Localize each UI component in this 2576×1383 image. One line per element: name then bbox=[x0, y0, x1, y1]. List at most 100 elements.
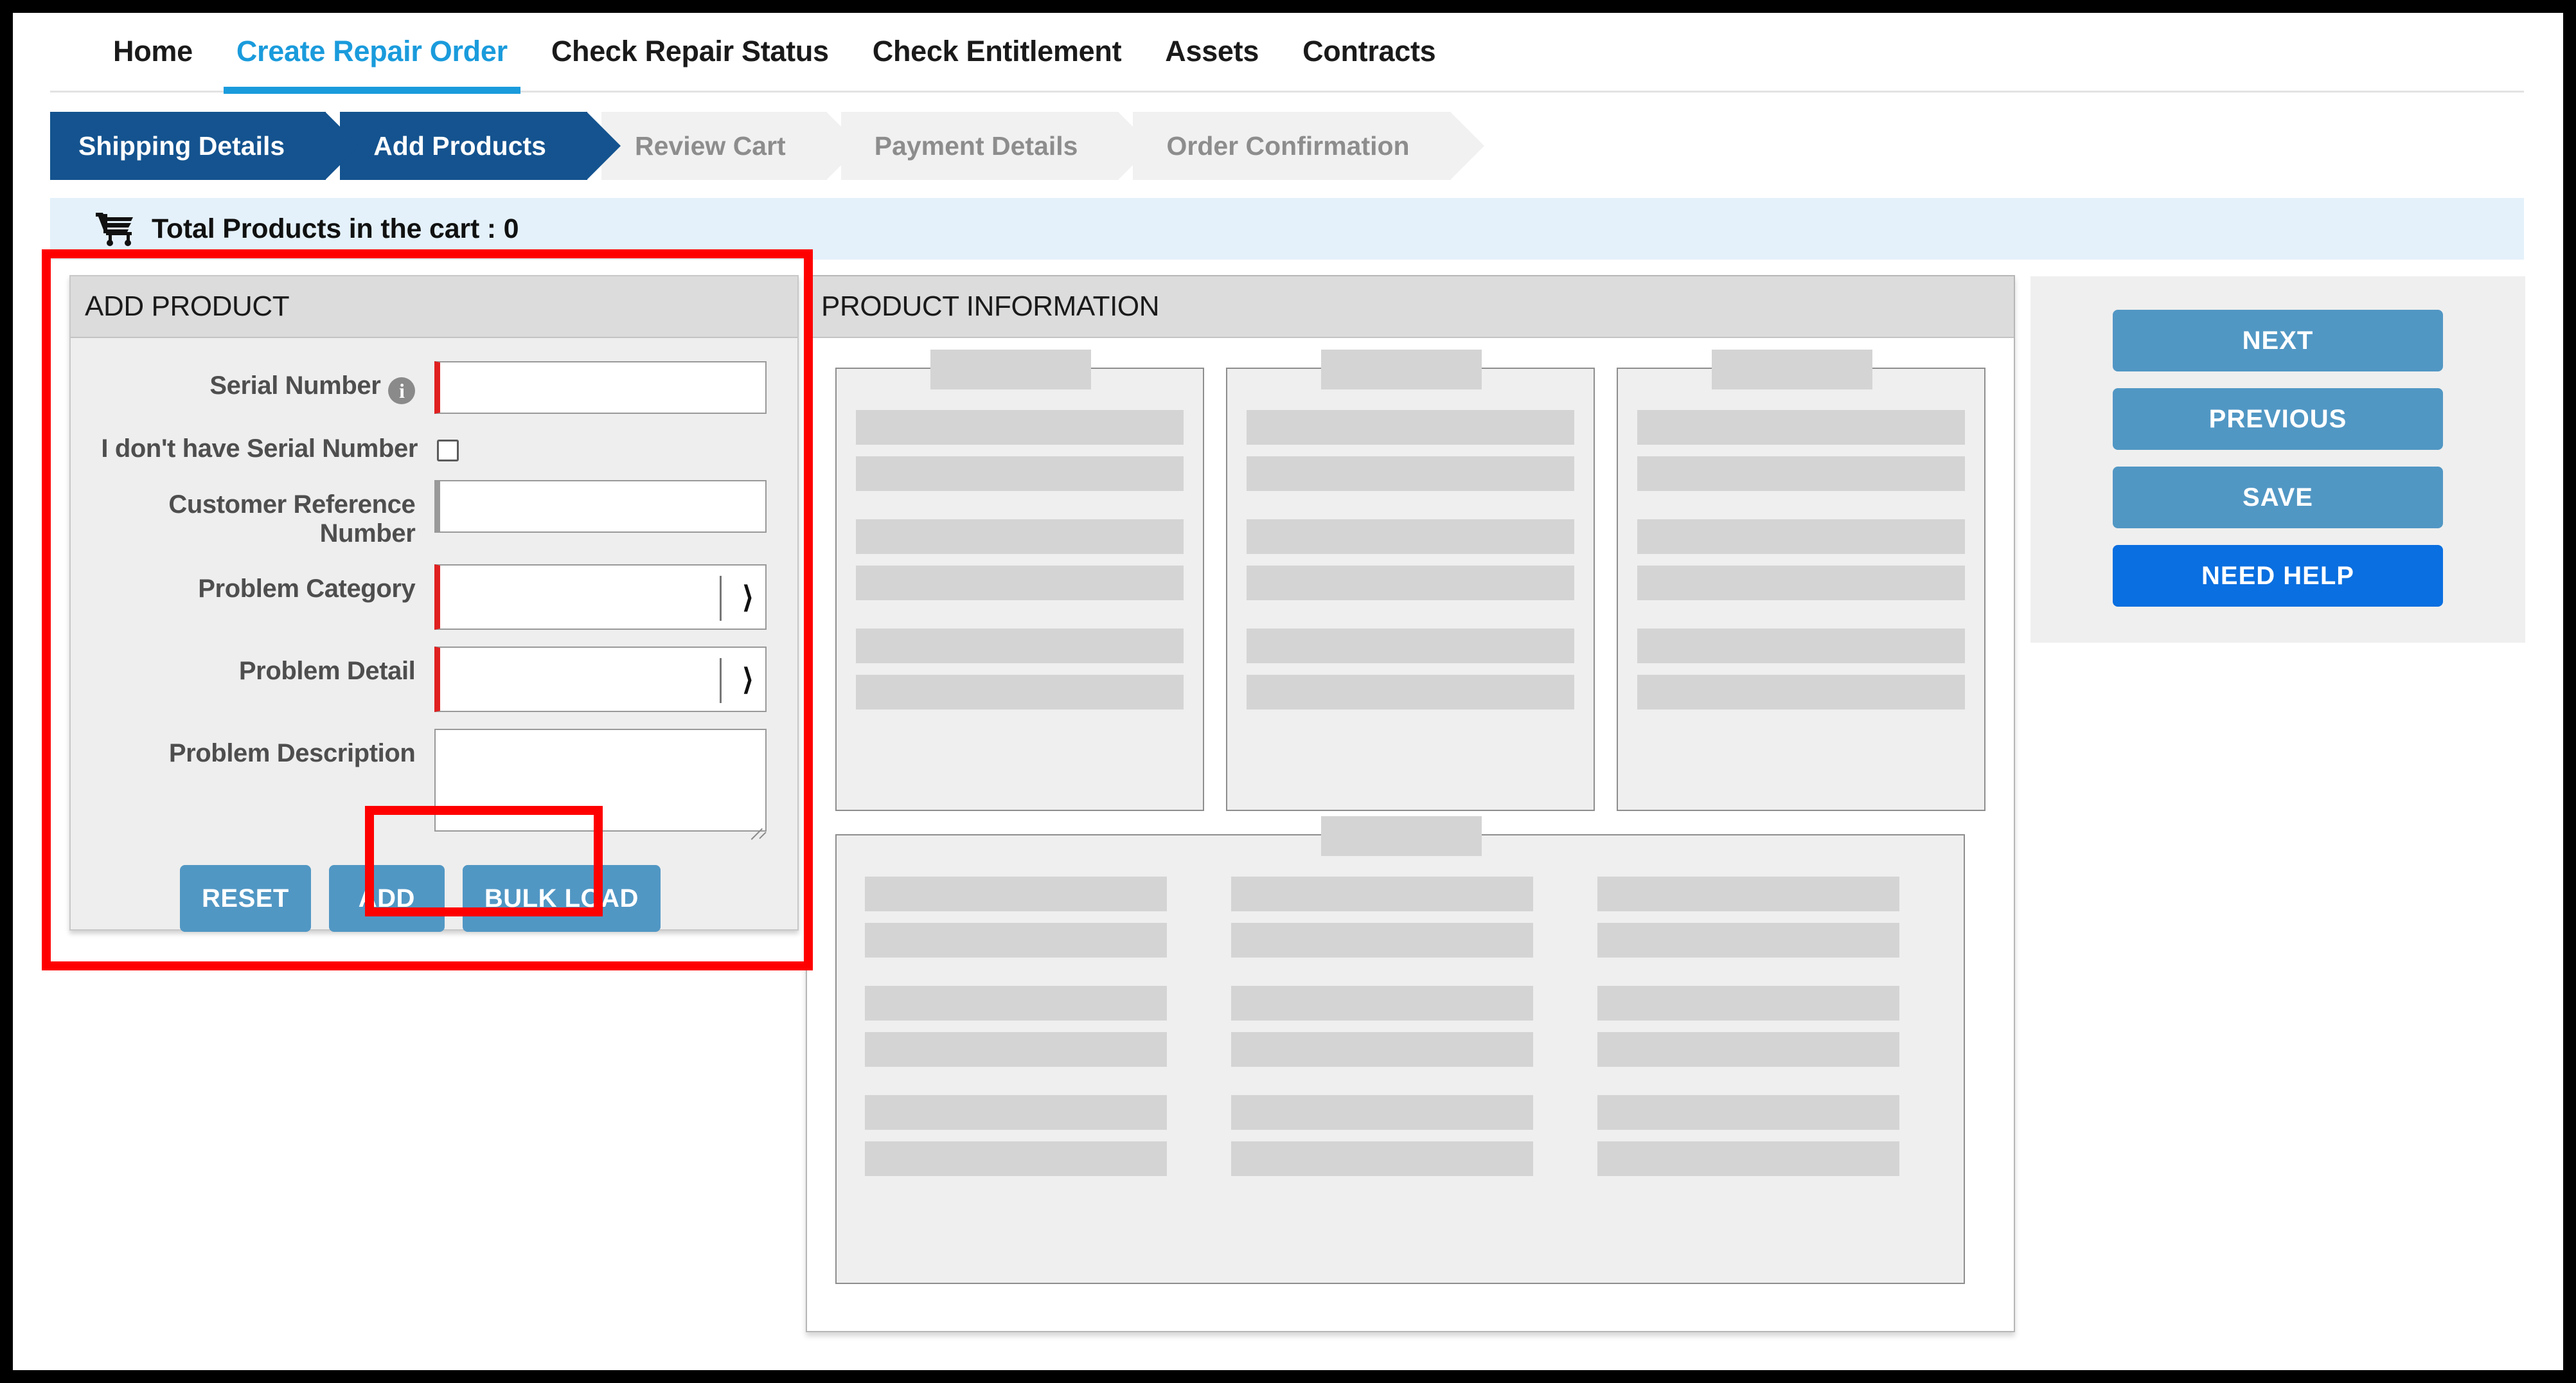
no-serial-number-checkbox[interactable] bbox=[437, 440, 459, 461]
skeleton-line bbox=[856, 566, 1184, 600]
select-divider bbox=[720, 658, 722, 704]
need-help-button[interactable]: NEED HELP bbox=[2113, 545, 2443, 607]
skeleton-line bbox=[1231, 923, 1533, 958]
nav-item-check-entitlement[interactable]: Check Entitlement bbox=[851, 30, 1144, 94]
skeleton-line bbox=[1247, 566, 1574, 600]
skeleton-column bbox=[1231, 877, 1533, 1188]
skeleton-spacer bbox=[1637, 503, 1965, 519]
skeleton-line bbox=[1637, 519, 1965, 554]
skeleton-tab bbox=[1321, 816, 1482, 856]
skeleton-column bbox=[865, 877, 1167, 1188]
step-review-cart[interactable]: Review Cart bbox=[601, 112, 860, 180]
skeleton-line bbox=[865, 986, 1167, 1021]
product-information-body: Add a product to view bbox=[807, 338, 2014, 1284]
skeleton-line bbox=[1231, 1032, 1533, 1067]
problem-description-textarea[interactable] bbox=[434, 729, 767, 841]
nav-item-contracts[interactable]: Contracts bbox=[1281, 30, 1457, 94]
skeleton-line bbox=[865, 877, 1167, 911]
skeleton-column-group bbox=[837, 835, 1964, 1188]
skeleton-card-bottom bbox=[835, 816, 1965, 1284]
step-add-products[interactable]: Add Products bbox=[340, 112, 621, 180]
product-information-panel: PRODUCT INFORMATION bbox=[806, 275, 2015, 1332]
nav-item-assets[interactable]: Assets bbox=[1143, 30, 1281, 94]
skeleton-line bbox=[856, 410, 1184, 445]
skeleton-tab bbox=[1321, 350, 1482, 389]
skeleton-line bbox=[1231, 1141, 1533, 1176]
nav-item-check-repair-status[interactable]: Check Repair Status bbox=[529, 30, 851, 94]
skeleton-line bbox=[856, 675, 1184, 709]
skeleton-card-row-top bbox=[807, 338, 2014, 811]
reset-button[interactable]: RESET bbox=[180, 865, 311, 932]
step-shipping-details[interactable]: Shipping Details bbox=[50, 112, 360, 180]
problem-detail-select[interactable]: ⟩ bbox=[434, 647, 767, 713]
action-button-group: NEXT PREVIOUS SAVE NEED HELP bbox=[2030, 276, 2525, 607]
skeleton-line-group bbox=[1618, 369, 1984, 709]
skeleton-line bbox=[865, 1095, 1167, 1130]
cart-count-label: Total Products in the cart : 0 bbox=[152, 213, 519, 244]
product-information-panel-title: PRODUCT INFORMATION bbox=[807, 276, 2014, 338]
skeleton-tab bbox=[1712, 350, 1872, 389]
bulk-load-button[interactable]: BULK LOAD bbox=[462, 865, 661, 932]
problem-category-label: Problem Category bbox=[198, 575, 416, 603]
skeleton-line bbox=[865, 923, 1167, 958]
skeleton-line bbox=[1597, 1141, 1899, 1176]
previous-button[interactable]: PREVIOUS bbox=[2113, 388, 2443, 450]
cart-summary-bar: Total Products in the cart : 0 bbox=[50, 198, 2524, 260]
skeleton-line bbox=[1231, 986, 1533, 1021]
skeleton-card bbox=[835, 350, 1204, 811]
skeleton-card bbox=[1226, 350, 1595, 811]
skeleton-spacer bbox=[1247, 503, 1574, 519]
skeleton-line bbox=[1637, 410, 1965, 445]
form-row-problem-category: Problem Category ⟩ bbox=[71, 564, 767, 630]
problem-category-select[interactable]: ⟩ bbox=[434, 564, 767, 630]
nav-item-list: Home Create Repair Order Check Repair St… bbox=[91, 30, 1457, 94]
serial-number-input[interactable] bbox=[434, 361, 767, 414]
problem-description-label: Problem Description bbox=[168, 739, 416, 768]
customer-reference-number-input[interactable] bbox=[434, 479, 767, 533]
serial-number-label: Serial Number i bbox=[71, 361, 434, 404]
skeleton-column bbox=[1597, 877, 1899, 1188]
skeleton-line bbox=[1637, 566, 1965, 600]
skeleton-spacer bbox=[856, 503, 1184, 519]
form-row-customer-reference-number: Customer Reference Number bbox=[71, 479, 767, 548]
skeleton-line bbox=[1637, 629, 1965, 663]
select-divider bbox=[720, 576, 722, 621]
resize-handle-icon[interactable] bbox=[746, 812, 767, 841]
skeleton-line bbox=[1597, 1095, 1899, 1130]
skeleton-line bbox=[1597, 877, 1899, 911]
skeleton-line bbox=[1637, 675, 1965, 709]
add-button[interactable]: ADD bbox=[328, 865, 445, 932]
nav-item-create-repair-order[interactable]: Create Repair Order bbox=[215, 30, 529, 94]
skeleton-spacer bbox=[865, 1078, 1167, 1095]
save-button[interactable]: SAVE bbox=[2113, 467, 2443, 528]
skeleton-line bbox=[1231, 877, 1533, 911]
main-navigation: Home Create Repair Order Check Repair St… bbox=[50, 13, 2524, 94]
chevron-down-icon: ⟩ bbox=[742, 580, 754, 614]
skeleton-tab bbox=[930, 350, 1091, 389]
nav-item-home[interactable]: Home bbox=[91, 30, 215, 94]
skeleton-spacer bbox=[1597, 969, 1899, 986]
skeleton-spacer bbox=[1231, 969, 1533, 986]
step-payment-details[interactable]: Payment Details bbox=[840, 112, 1153, 180]
skeleton-line bbox=[856, 456, 1184, 491]
add-product-panel: ADD PRODUCT Serial Number i I don't have … bbox=[69, 275, 799, 932]
skeleton-spacer bbox=[1637, 612, 1965, 629]
skeleton-spacer bbox=[1597, 1078, 1899, 1095]
skeleton-line bbox=[856, 629, 1184, 663]
shopping-cart-icon bbox=[95, 211, 135, 247]
skeleton-spacer bbox=[1231, 1078, 1533, 1095]
step-order-confirmation[interactable]: Order Confirmation bbox=[1133, 112, 1484, 180]
skeleton-line bbox=[1247, 456, 1574, 491]
add-product-button-group: RESET ADD BULK LOAD bbox=[71, 865, 767, 932]
form-row-problem-description: Problem Description bbox=[71, 729, 767, 841]
skeleton-line bbox=[865, 1032, 1167, 1067]
skeleton-line bbox=[1247, 629, 1574, 663]
info-icon[interactable]: i bbox=[388, 377, 416, 404]
action-button-panel: NEXT PREVIOUS SAVE NEED HELP bbox=[2030, 276, 2525, 643]
customer-reference-number-label: Customer Reference Number bbox=[168, 490, 416, 548]
add-product-form: Serial Number i I don't have Serial Numbe… bbox=[71, 338, 797, 932]
form-row-no-serial-number: I don't have Serial Number bbox=[71, 431, 767, 463]
add-product-panel-title: ADD PRODUCT bbox=[71, 276, 797, 338]
application-viewport: Home Create Repair Order Check Repair St… bbox=[13, 13, 2563, 1370]
next-button[interactable]: NEXT bbox=[2113, 310, 2443, 371]
